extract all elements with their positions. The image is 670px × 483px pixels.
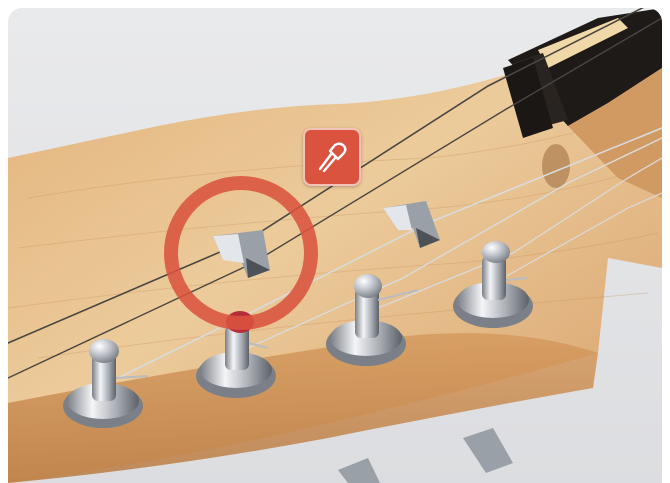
screwdriver-icon xyxy=(318,142,347,173)
guitar-headstock-photo xyxy=(8,8,662,483)
screwdriver-badge xyxy=(303,128,361,186)
image-frame xyxy=(0,0,670,483)
truss-rod-slot xyxy=(542,144,570,188)
